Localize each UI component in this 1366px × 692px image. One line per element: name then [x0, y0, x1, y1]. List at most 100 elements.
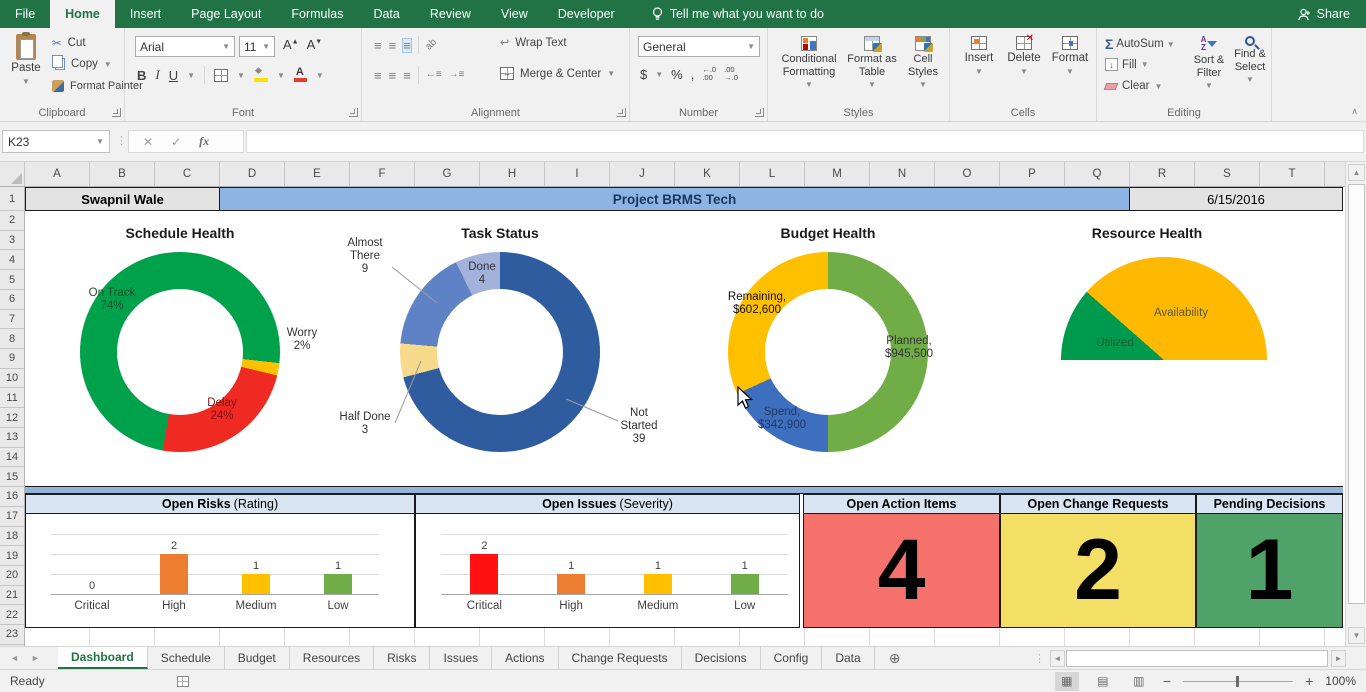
tab-page-layout[interactable]: Page Layout [176, 0, 276, 28]
bold-button[interactable]: B [137, 68, 146, 83]
page-break-view-icon[interactable]: ▥ [1127, 672, 1151, 691]
column-header[interactable]: C [155, 162, 220, 186]
tab-developer[interactable]: Developer [543, 0, 630, 28]
tab-file[interactable]: File [0, 0, 50, 28]
column-header[interactable]: R [1130, 162, 1195, 186]
name-box[interactable]: K23 ▼ [2, 130, 110, 153]
find-select-button[interactable]: Find & Select▼ [1231, 36, 1269, 84]
align-center-icon[interactable]: ≡ [389, 69, 397, 82]
budget-health-chart[interactable]: Budget Health Planned, $945,500 Spend, $… [680, 215, 1010, 473]
cancel-icon[interactable]: ✕ [143, 135, 153, 149]
pending-decisions-header[interactable]: Pending Decisions [1196, 494, 1343, 514]
open-change-requests-header[interactable]: Open Change Requests [1000, 494, 1196, 514]
column-header[interactable]: O [935, 162, 1000, 186]
column-header[interactable]: J [610, 162, 675, 186]
shrink-font-button[interactable]: A▼ [307, 37, 323, 52]
zoom-level-label[interactable]: 100% [1325, 674, 1356, 688]
font-dialog-launcher[interactable] [349, 108, 358, 117]
row-header[interactable]: 11 [0, 388, 24, 408]
column-header[interactable]: E [285, 162, 350, 186]
conditional-formatting-button[interactable]: Conditional Formatting▼ [778, 36, 840, 89]
column-header[interactable]: Q [1065, 162, 1130, 186]
align-top-icon[interactable]: ≡ [374, 39, 382, 52]
horizontal-scrollbar[interactable]: ◄ ► [1050, 650, 1346, 667]
resource-health-chart[interactable]: Resource Health Utilized Availability [1020, 215, 1343, 473]
increase-indent-icon[interactable]: →≡ [449, 70, 465, 80]
sheet-tab-change-requests[interactable]: Change Requests [559, 647, 682, 669]
alignment-dialog-launcher[interactable] [617, 108, 626, 117]
horizontal-scroll-thumb[interactable] [1066, 650, 1328, 667]
italic-button[interactable]: I [155, 67, 159, 83]
column-header[interactable]: H [480, 162, 545, 186]
row-header[interactable]: 10 [0, 369, 24, 389]
font-size-combo[interactable]: 11▼ [239, 36, 275, 57]
sheet-tab-risks[interactable]: Risks [374, 647, 430, 669]
column-header[interactable]: N [870, 162, 935, 186]
zoom-slider-handle[interactable] [1236, 676, 1239, 687]
sheet-tab-schedule[interactable]: Schedule [148, 647, 225, 669]
author-cell[interactable]: Swapnil Wale [25, 187, 220, 211]
row-header[interactable]: 1 [0, 187, 24, 211]
row-header[interactable]: 15 [0, 467, 24, 487]
schedule-health-chart[interactable]: Schedule Health On Track 74% Worry 2% De… [30, 215, 360, 473]
prev-sheet-icon[interactable]: ◄ [10, 653, 19, 663]
sheet-tab-decisions[interactable]: Decisions [682, 647, 761, 669]
align-left-icon[interactable]: ≡ [374, 69, 382, 82]
open-action-items-kpi[interactable]: 4 [803, 514, 1000, 628]
row-header[interactable]: 7 [0, 310, 24, 330]
row-header[interactable]: 23 [0, 625, 24, 645]
increase-decimal-button[interactable]: ←.0 .00 [702, 66, 716, 83]
column-header[interactable]: S [1195, 162, 1260, 186]
column-header[interactable]: F [350, 162, 415, 186]
pending-decisions-kpi[interactable]: 1 [1196, 514, 1343, 628]
column-header[interactable]: P [1000, 162, 1065, 186]
decrease-indent-icon[interactable]: ←≡ [426, 70, 442, 80]
collapse-ribbon-icon[interactable]: ∧ [1351, 106, 1358, 117]
tab-view[interactable]: View [486, 0, 543, 28]
macro-record-icon[interactable] [177, 676, 189, 687]
vertical-scroll-thumb[interactable] [1348, 184, 1365, 604]
align-right-icon[interactable]: ≡ [403, 69, 411, 82]
comma-button[interactable]: , [691, 67, 695, 82]
row-header[interactable]: 12 [0, 408, 24, 428]
sheet-tab-dashboard[interactable]: Dashboard [58, 647, 148, 669]
sheet-tab-issues[interactable]: Issues [430, 647, 492, 669]
row-header[interactable]: 13 [0, 428, 24, 448]
enter-icon[interactable]: ✓ [171, 135, 181, 149]
scroll-down-icon[interactable]: ▼ [1348, 627, 1365, 644]
column-header[interactable]: M [805, 162, 870, 186]
percent-button[interactable]: % [671, 67, 683, 82]
number-dialog-launcher[interactable] [755, 108, 764, 117]
autosum-button[interactable]: Σ AutoSum▼ [1105, 36, 1175, 52]
row-header[interactable]: 20 [0, 566, 24, 586]
row-header[interactable]: 19 [0, 546, 24, 566]
fill-button[interactable]: ↓ Fill▼ [1105, 58, 1149, 71]
grow-font-button[interactable]: A▲ [283, 37, 299, 52]
paste-button[interactable]: Paste ▼ [6, 34, 46, 86]
clipboard-dialog-launcher[interactable] [112, 108, 121, 117]
column-header[interactable]: T [1260, 162, 1325, 186]
borders-icon[interactable] [214, 69, 228, 82]
column-header[interactable]: A [25, 162, 90, 186]
fill-color-icon[interactable] [254, 69, 268, 82]
scroll-right-icon[interactable]: ► [1331, 650, 1346, 667]
zoom-in-icon[interactable]: + [1305, 673, 1313, 689]
sort-filter-button[interactable]: AZ Sort & Filter▼ [1189, 36, 1229, 90]
tab-review[interactable]: Review [415, 0, 486, 28]
clear-button[interactable]: Clear▼ [1105, 80, 1162, 92]
scroll-up-icon[interactable]: ▲ [1348, 164, 1365, 181]
open-risks-header[interactable]: Open Risks (Rating) [25, 494, 415, 514]
insert-function-icon[interactable]: fx [199, 134, 209, 149]
decrease-decimal-button[interactable]: .00 →.0 [724, 66, 738, 83]
sheet-tab-resources[interactable]: Resources [290, 647, 374, 669]
share-button[interactable]: Share [1298, 0, 1366, 28]
tell-me-box[interactable]: Tell me what you want to do [652, 0, 824, 28]
copy-button[interactable]: Copy▼ [52, 58, 112, 70]
font-name-combo[interactable]: Arial▼ [135, 36, 235, 57]
wrap-text-button[interactable]: ↩ Wrap Text [500, 37, 567, 49]
column-header[interactable]: I [545, 162, 610, 186]
zoom-slider[interactable] [1183, 681, 1293, 682]
open-issues-chart[interactable]: 2 1 1 1 [415, 514, 800, 628]
font-color-icon[interactable] [294, 69, 307, 82]
align-middle-icon[interactable]: ≡ [389, 39, 397, 52]
